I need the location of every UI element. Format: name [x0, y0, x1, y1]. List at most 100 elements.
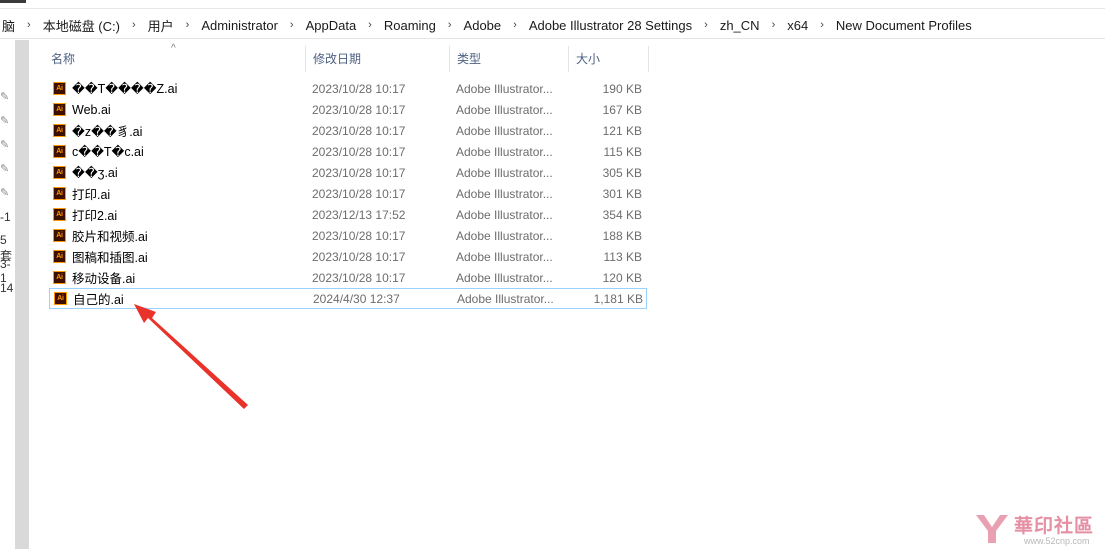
file-row[interactable]: Ai Web.ai 2023/10/28 10:17 Adobe Illustrato…	[49, 99, 647, 120]
file-modified-date: 2023/10/28 10:17	[312, 144, 406, 159]
file-row[interactable]: Ai 自己的.ai 2024/4/30 12:37 Adobe Illustrator…	[49, 288, 647, 309]
divider	[0, 38, 1105, 39]
file-type: Adobe Illustrator...	[456, 81, 553, 96]
breadcrumb-separator-icon[interactable]: ›	[704, 19, 708, 31]
file-row[interactable]: Ai 打印2.ai 2023/12/13 17:52 Adobe Illustrato…	[49, 204, 647, 225]
breadcrumb-separator-icon[interactable]: ›	[772, 19, 776, 31]
breadcrumb-item[interactable]: 脑	[0, 16, 17, 35]
breadcrumb-separator-icon[interactable]: ›	[27, 19, 31, 31]
file-modified-date: 2023/10/28 10:17	[312, 81, 406, 96]
file-name: ��T����Z.ai	[72, 82, 178, 96]
file-type: Adobe Illustrator...	[456, 207, 553, 222]
file-name: 移动设备.ai	[72, 272, 136, 286]
illustrator-file-icon: Ai	[53, 103, 66, 116]
file-row[interactable]: Ai 胶片和视频.ai 2023/10/28 10:17 Adobe Illustra…	[49, 225, 647, 246]
column-header-date[interactable]: 修改日期	[306, 46, 450, 72]
file-row[interactable]: Ai ��T����Z.ai 2023/10/28 10:17 Adobe Illus…	[49, 78, 647, 99]
file-name: 打印.ai	[72, 188, 111, 202]
file-size: 120 KB	[602, 270, 642, 285]
title-bar-remnant	[0, 0, 1105, 6]
file-modified-date: 2023/12/13 17:52	[312, 207, 406, 222]
breadcrumb-item[interactable]: Adobe	[462, 18, 504, 33]
file-type: Adobe Illustrator...	[456, 270, 553, 285]
file-size: 190 KB	[602, 81, 642, 96]
file-name: �z��豸.ai	[72, 125, 143, 139]
watermark-text: 華印社區	[1014, 515, 1095, 537]
file-row[interactable]: Ai ��ӡ.ai 2023/10/28 10:17 Adobe Illustrato…	[49, 162, 647, 183]
pin-icon[interactable]: ✎	[0, 186, 12, 200]
file-modified-date: 2023/10/28 10:17	[312, 102, 406, 117]
column-header-size[interactable]: 大小	[569, 46, 649, 72]
column-header-name[interactable]: 名称 ^	[44, 43, 306, 72]
file-modified-date: 2023/10/28 10:17	[312, 123, 406, 138]
breadcrumb-item[interactable]: zh_CN	[718, 18, 762, 33]
file-row[interactable]: Ai �z��豸.ai 2023/10/28 10:17 Adobe Illustra…	[49, 120, 647, 141]
pin-icon[interactable]: ✎	[0, 114, 12, 128]
illustrator-file-icon: Ai	[53, 229, 66, 242]
file-size: 113 KB	[603, 249, 642, 264]
breadcrumb-item[interactable]: AppData	[304, 18, 359, 33]
illustrator-file-icon: Ai	[53, 187, 66, 200]
file-modified-date: 2023/10/28 10:17	[312, 249, 406, 264]
nav-scrollbar[interactable]	[15, 40, 29, 549]
column-header-type[interactable]: 类型	[450, 46, 569, 72]
file-row[interactable]: Ai 打印.ai 2023/10/28 10:17 Adobe Illustrator…	[49, 183, 647, 204]
breadcrumb-item[interactable]: Adobe Illustrator 28 Settings	[527, 18, 694, 33]
file-type: Adobe Illustrator...	[456, 249, 553, 264]
breadcrumb-item[interactable]: 用户	[146, 16, 176, 35]
breadcrumb-separator-icon[interactable]: ›	[290, 19, 294, 31]
breadcrumb-separator-icon[interactable]: ›	[820, 19, 824, 31]
file-type: Adobe Illustrator...	[456, 228, 553, 243]
pin-icon[interactable]: ✎	[0, 162, 12, 176]
nav-item-label[interactable]: 14	[0, 281, 13, 295]
file-name: Web.ai	[72, 102, 111, 117]
file-row[interactable]: Ai 图稿和插图.ai 2023/10/28 10:17 Adobe Illustra…	[49, 246, 647, 267]
sort-ascending-icon: ^	[171, 43, 176, 54]
file-type: Adobe Illustrator...	[456, 165, 553, 180]
breadcrumb-item[interactable]: Administrator	[199, 18, 280, 33]
breadcrumb-item[interactable]: 本地磁盘 (C:)	[41, 16, 122, 35]
file-name: 胶片和视频.ai	[72, 230, 148, 244]
file-modified-date: 2024/4/30 12:37	[313, 291, 400, 306]
file-size: 188 KB	[602, 228, 642, 243]
breadcrumb-item[interactable]: x64	[785, 18, 810, 33]
illustrator-file-icon: Ai	[53, 124, 66, 137]
file-size: 167 KB	[602, 102, 642, 117]
file-list: Ai ��T����Z.ai 2023/10/28 10:17 Adobe Illus…	[49, 78, 647, 309]
file-name: 图稿和插图.ai	[72, 251, 148, 265]
file-name: 自己的.ai	[73, 293, 124, 307]
file-modified-date: 2023/10/28 10:17	[312, 228, 406, 243]
file-type: Adobe Illustrator...	[456, 144, 553, 159]
file-type: Adobe Illustrator...	[457, 291, 554, 306]
breadcrumb-separator-icon[interactable]: ›	[368, 19, 372, 31]
navigation-pane: ✎ ✎ ✎ ✎ ✎ -1 5 套 3-1 14	[0, 40, 14, 549]
breadcrumb-separator-icon[interactable]: ›	[132, 19, 136, 31]
watermark-url: www.52cnp.com	[1024, 536, 1090, 546]
file-row[interactable]: Ai 移动设备.ai 2023/10/28 10:17 Adobe Illustrat…	[49, 267, 647, 288]
breadcrumb-separator-icon[interactable]: ›	[186, 19, 190, 31]
divider	[0, 8, 1105, 9]
illustrator-file-icon: Ai	[53, 250, 66, 263]
pin-icon[interactable]: ✎	[0, 90, 12, 104]
nav-item-label[interactable]: -1	[0, 210, 11, 224]
breadcrumb-item[interactable]: New Document Profiles	[834, 18, 974, 33]
breadcrumb-item[interactable]: Roaming	[382, 18, 438, 33]
breadcrumb-separator-icon[interactable]: ›	[448, 19, 452, 31]
illustrator-file-icon: Ai	[53, 208, 66, 221]
file-row[interactable]: Ai c��T�c.ai 2023/10/28 10:17 Adobe Illustr…	[49, 141, 647, 162]
file-size: 305 KB	[602, 165, 642, 180]
file-type: Adobe Illustrator...	[456, 123, 553, 138]
file-modified-date: 2023/10/28 10:17	[312, 165, 406, 180]
pin-icon[interactable]: ✎	[0, 138, 12, 152]
column-headers: 名称 ^ 修改日期 类型 大小	[44, 43, 649, 72]
file-name: c��T�c.ai	[72, 145, 144, 159]
file-name: 打印2.ai	[72, 209, 118, 223]
breadcrumb-separator-icon[interactable]: ›	[513, 19, 517, 31]
file-size: 121 KB	[602, 123, 642, 138]
watermark-logo-icon	[976, 515, 1008, 543]
file-name: ��ӡ.ai	[72, 166, 118, 180]
file-size: 115 KB	[603, 144, 642, 159]
illustrator-file-icon: Ai	[53, 145, 66, 158]
breadcrumb: 脑 › 本地磁盘 (C:) › 用户 › Administrator › AppData › Roa…	[0, 12, 1105, 38]
file-size: 1,181 KB	[593, 291, 643, 306]
